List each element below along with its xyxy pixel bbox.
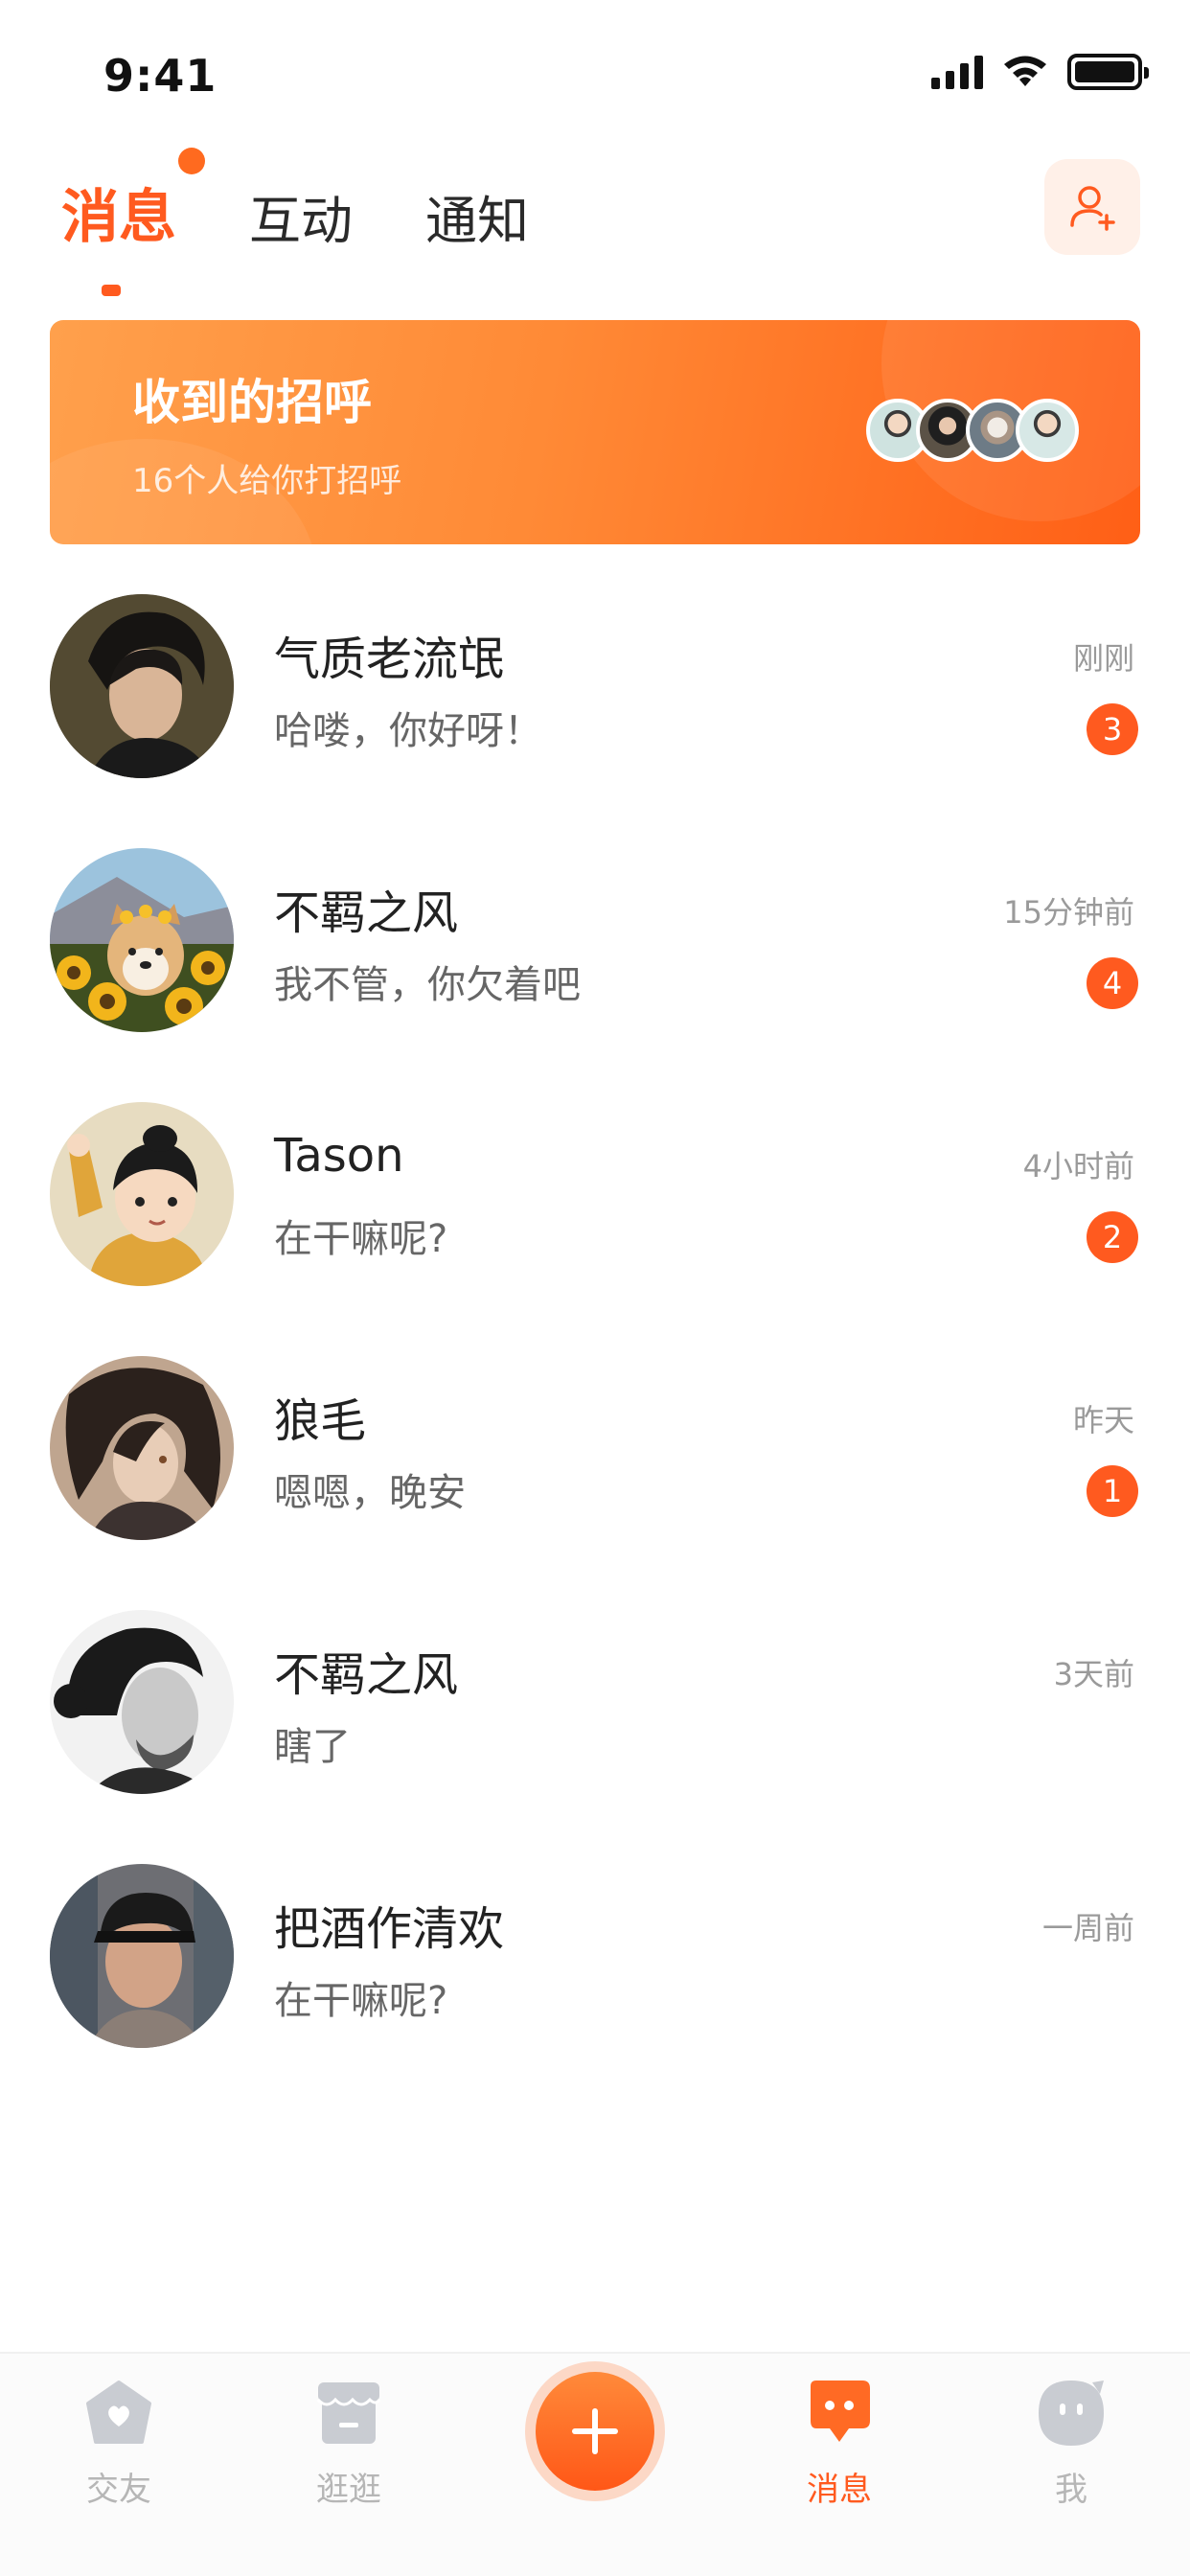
add-user-icon [1070,186,1115,231]
avatar [1016,399,1079,462]
nav-item-browse[interactable]: 逛逛 [272,2377,425,2510]
chat-name: 气质老流氓 [274,632,505,686]
chat-item[interactable]: 把酒作清欢 在干嘛呢? 一周前 [0,1864,1190,2118]
wifi-icon [1004,56,1046,86]
tab-interactions-label: 互动 [249,191,353,251]
bottom-nav: 交友 逛逛 消息 我 [0,2352,1190,2576]
avatar [50,1102,234,1286]
greeting-title: 收到的招呼 [132,375,372,430]
chat-last-message: 在干嘛呢? [274,1979,448,2023]
chat-last-message: 瞎了 [274,1725,351,1769]
chat-time: 刚刚 [1072,640,1134,677]
nav-item-messages[interactable]: 消息 [763,2377,916,2510]
unread-badge: 4 [1087,957,1138,1009]
top-tabs: 消息 互动 通知 [61,148,529,296]
chat-time: 昨天 [1072,1402,1134,1438]
signal-icon [931,55,983,89]
add-friend-button[interactable] [1044,159,1140,255]
chat-time: 一周前 [1041,1910,1134,1946]
unread-badge: 2 [1087,1211,1138,1263]
profile-icon [1035,2377,1108,2450]
chat-last-message: 哈喽，你好呀！ [274,709,542,753]
chat-last-message: 我不管，你欠着吧 [274,963,581,1007]
chat-name: Tason [274,1129,404,1183]
nav-item-friends[interactable]: 交友 [42,2377,195,2510]
chat-name: 把酒作清欢 [274,1902,505,1956]
greeting-avatar-stack [866,399,1079,462]
nav-label: 交友 [86,2471,151,2509]
new-dot-indicator [178,148,205,174]
nav-label: 逛逛 [316,2471,381,2509]
tab-messages[interactable]: 消息 [61,148,205,296]
nav-item-me[interactable]: 我 [995,2377,1148,2510]
greeting-subtitle: 16个人给你打招呼 [132,462,402,500]
unread-badge: 1 [1087,1465,1138,1517]
chat-time: 15分钟前 [1003,894,1134,931]
tab-notifications[interactable]: 通知 [425,178,529,254]
chat-last-message: 嗯嗯，晚安 [274,1471,466,1515]
chat-list: 气质老流氓 哈喽，你好呀！ 刚刚 3 不羁之风 我不管，你欠着吧 15分钟前 4… [0,594,1190,2118]
plus-icon [572,2408,618,2454]
chat-name: 不羁之风 [274,1648,459,1702]
chat-name: 狼毛 [274,1394,367,1448]
chat-last-message: 在干嘛呢? [274,1217,448,1261]
status-icons [931,54,1149,90]
tab-notifications-label: 通知 [425,191,529,251]
greeting-banner[interactable]: 收到的招呼 16个人给你打招呼 [50,320,1140,544]
chat-time: 4小时前 [1022,1148,1134,1184]
avatar [50,1610,234,1794]
avatar [50,848,234,1032]
chat-name: 不羁之风 [274,886,459,940]
avatar [50,594,234,778]
avatar [50,1356,234,1540]
tab-interactions[interactable]: 互动 [249,178,353,254]
chat-item[interactable]: 不羁之风 瞎了 3天前 [0,1610,1190,1864]
store-icon [312,2377,385,2450]
active-tab-indicator [102,285,121,296]
nav-label: 我 [1055,2471,1087,2509]
chat-item[interactable]: 气质老流氓 哈喽，你好呀！ 刚刚 3 [0,594,1190,848]
nav-label: 消息 [807,2471,872,2509]
heart-house-icon [82,2377,155,2450]
status-time: 9:41 [103,50,217,102]
unread-badge: 3 [1087,703,1138,755]
publish-button[interactable] [525,2361,665,2501]
tab-messages-label: 消息 [61,184,176,251]
chat-item[interactable]: 不羁之风 我不管，你欠着吧 15分钟前 4 [0,848,1190,1102]
avatar [50,1864,234,2048]
chat-time: 3天前 [1053,1656,1134,1692]
chat-item[interactable]: Tason 在干嘛呢? 4小时前 2 [0,1102,1190,1356]
chat-item[interactable]: 狼毛 嗯嗯，晚安 昨天 1 [0,1356,1190,1610]
battery-icon [1067,54,1149,90]
status-bar: 9:41 [0,0,1190,144]
chat-bubble-icon [803,2377,876,2450]
